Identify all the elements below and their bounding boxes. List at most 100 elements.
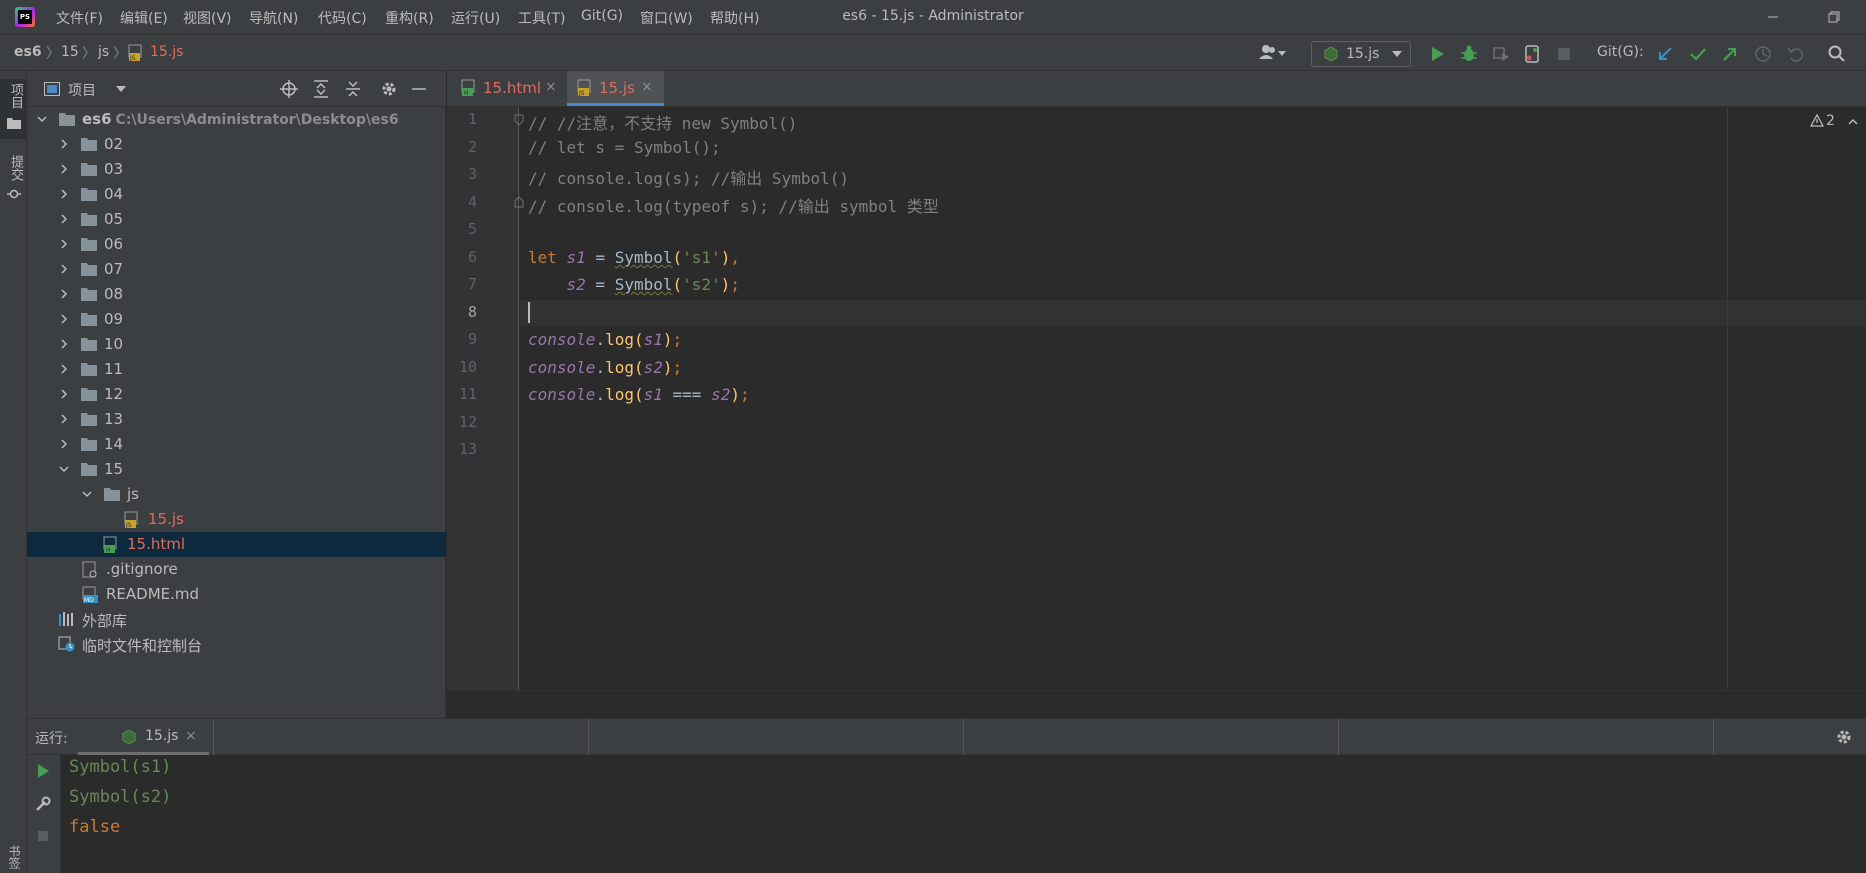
- chevron-right-icon[interactable]: [59, 264, 69, 274]
- tree-file-15js[interactable]: JS 15.js: [27, 507, 446, 532]
- chevron-down-icon[interactable]: [116, 86, 126, 92]
- tree-folder[interactable]: 08: [27, 282, 446, 307]
- chevron-right-icon[interactable]: [59, 414, 69, 424]
- close-icon[interactable]: ×: [545, 79, 557, 95]
- tree-file-15html[interactable]: H 15.html: [27, 532, 446, 557]
- menu-run[interactable]: 运行(U): [451, 8, 500, 28]
- close-icon[interactable]: ×: [641, 79, 653, 95]
- fold-marker-icon[interactable]: [514, 114, 524, 126]
- menu-code[interactable]: 代码(C): [318, 8, 367, 28]
- git-update-icon[interactable]: [1655, 44, 1675, 64]
- git-push-icon[interactable]: [1720, 44, 1740, 64]
- chevron-right-icon[interactable]: [59, 139, 69, 149]
- git-commit-icon[interactable]: [1688, 44, 1708, 64]
- tree-folder[interactable]: 09: [27, 307, 446, 332]
- tree-file-gitignore[interactable]: .gitignore: [27, 557, 446, 582]
- menu-view[interactable]: 视图(V): [183, 8, 232, 28]
- git-history-icon[interactable]: [1753, 44, 1773, 64]
- stop-icon[interactable]: [35, 828, 51, 844]
- menu-file[interactable]: 文件(F): [56, 8, 103, 28]
- gear-icon[interactable]: [380, 80, 398, 98]
- rerun-icon[interactable]: [35, 763, 51, 779]
- tree-folder[interactable]: 06: [27, 232, 446, 257]
- tree-external-libraries[interactable]: 外部库: [27, 607, 446, 632]
- breadcrumb-15[interactable]: 15: [61, 44, 79, 60]
- breadcrumb-es6[interactable]: es6: [14, 44, 42, 60]
- warning-count[interactable]: 2: [1826, 113, 1835, 129]
- stop-icon[interactable]: [1554, 44, 1574, 64]
- nodejs-icon: [122, 730, 136, 744]
- tree-folder[interactable]: 04: [27, 182, 446, 207]
- collapse-all-icon[interactable]: [344, 80, 362, 98]
- chevron-right-icon[interactable]: [59, 189, 69, 199]
- menu-help[interactable]: 帮助(H): [710, 8, 759, 28]
- menu-edit[interactable]: 编辑(E): [120, 8, 168, 28]
- chevron-right-icon[interactable]: [59, 164, 69, 174]
- tree-folder-js[interactable]: js: [27, 482, 446, 507]
- breadcrumb-js[interactable]: js: [98, 44, 109, 60]
- chevron-down-icon[interactable]: [37, 114, 47, 124]
- tree-folder[interactable]: 03: [27, 157, 446, 182]
- tree-file-readme[interactable]: MD README.md: [27, 582, 446, 607]
- profile-icon[interactable]: [1522, 44, 1542, 64]
- chevron-right-icon[interactable]: [59, 214, 69, 224]
- tab-15-js[interactable]: JS 15.js ×: [567, 71, 664, 106]
- divider: [1713, 719, 1714, 755]
- chevron-right-icon[interactable]: [59, 339, 69, 349]
- tree-folder[interactable]: 10: [27, 332, 446, 357]
- coverage-icon[interactable]: [1491, 44, 1511, 64]
- project-tool-tab[interactable]: 项目: [0, 79, 27, 139]
- chevron-down-icon[interactable]: [82, 489, 92, 499]
- chevron-right-icon[interactable]: [59, 364, 69, 374]
- project-panel-title[interactable]: 项目: [68, 80, 96, 100]
- run-console[interactable]: [27, 755, 1866, 873]
- tree-folder[interactable]: 14: [27, 432, 446, 457]
- tree-folder[interactable]: 07: [27, 257, 446, 282]
- close-icon[interactable]: ×: [185, 728, 197, 744]
- run-tab-15js[interactable]: 15.js ×: [78, 719, 209, 755]
- chevron-right-icon[interactable]: [59, 439, 69, 449]
- tree-folder[interactable]: 11: [27, 357, 446, 382]
- tree-root-es6[interactable]: es6 C:\Users\Administrator\Desktop\es6: [27, 107, 446, 132]
- chevron-right-icon[interactable]: [59, 239, 69, 249]
- warning-icon[interactable]: [1810, 114, 1824, 127]
- restore-icon[interactable]: [1823, 6, 1845, 28]
- run-icon[interactable]: [1427, 44, 1447, 64]
- fold-marker-icon[interactable]: [514, 196, 524, 208]
- debug-icon[interactable]: [1459, 44, 1479, 64]
- tree-folder[interactable]: 05: [27, 207, 446, 232]
- search-icon[interactable]: [1827, 44, 1847, 64]
- menu-git[interactable]: Git(G): [581, 8, 623, 24]
- console-object: console: [528, 330, 596, 349]
- expand-all-icon[interactable]: [312, 80, 330, 98]
- git-rollback-icon[interactable]: [1785, 44, 1805, 64]
- wrench-icon[interactable]: [35, 796, 51, 812]
- menu-navigate[interactable]: 导航(N): [249, 8, 298, 28]
- menu-tools[interactable]: 工具(T): [518, 8, 565, 28]
- tree-folder[interactable]: 15: [27, 457, 446, 482]
- line-number: 11: [458, 385, 477, 403]
- tree-folder[interactable]: 02: [27, 132, 446, 157]
- menu-refactor[interactable]: 重构(R): [385, 8, 434, 28]
- menu-window[interactable]: 窗口(W): [640, 8, 693, 28]
- minimize-icon[interactable]: [1762, 6, 1784, 28]
- bookmarks-tool-label[interactable]: 书签: [6, 845, 23, 869]
- chevron-down-icon[interactable]: [59, 464, 69, 474]
- breadcrumb-15js[interactable]: 15.js: [150, 44, 183, 60]
- chevron-up-icon[interactable]: [1848, 118, 1858, 125]
- editor-horizontal-scroll[interactable]: [447, 690, 1866, 718]
- chevron-right-icon[interactable]: [59, 314, 69, 324]
- commit-tool-tab[interactable]: 提交: [0, 151, 27, 211]
- app-logo-icon[interactable]: PS: [15, 7, 35, 27]
- tree-folder[interactable]: 13: [27, 407, 446, 432]
- hide-panel-icon[interactable]: [410, 80, 428, 98]
- locate-icon[interactable]: [280, 80, 298, 98]
- tree-scratches[interactable]: 临时文件和控制台: [27, 632, 446, 657]
- gear-icon[interactable]: [1835, 728, 1853, 746]
- tree-folder[interactable]: 12: [27, 382, 446, 407]
- tab-15-html[interactable]: H 15.html ×: [447, 71, 566, 106]
- run-config-dropdown[interactable]: 15.js: [1311, 41, 1411, 67]
- chevron-right-icon[interactable]: [59, 389, 69, 399]
- user-icon[interactable]: [1258, 43, 1288, 63]
- chevron-right-icon[interactable]: [59, 289, 69, 299]
